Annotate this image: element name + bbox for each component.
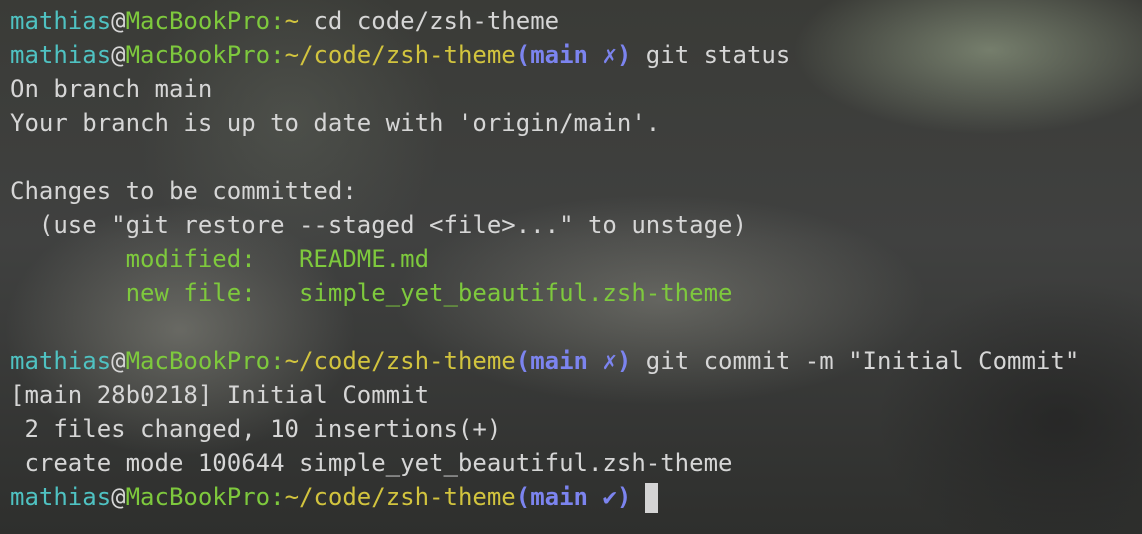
output-line: create mode 100644 simple_yet_beautiful.… [10,449,733,477]
output-line: 2 files changed, 10 insertions(+) [10,415,502,443]
prompt-user: mathias [10,7,112,35]
command-text: git commit -m "Initial Commit" [645,347,1080,375]
prompt-line: mathias@MacBookPro:~ cd code/zsh-theme [10,4,1142,38]
prompt-at: @ [111,7,126,35]
file-status: new file: [125,279,299,307]
prompt-separator: : [270,41,285,69]
prompt-line: mathias@MacBookPro:~/code/zsh-theme(main… [10,38,1142,72]
git-branch-status: (main ✗) [515,41,632,69]
prompt-host: MacBookPro [125,483,271,511]
prompt-user: mathias [10,41,112,69]
prompt-at: @ [111,347,126,375]
prompt-at: @ [111,41,126,69]
output-line: Your branch is up to date with 'origin/m… [10,109,661,137]
prompt-user: mathias [10,483,112,511]
terminal-window[interactable]: mathias@MacBookPro:~ cd code/zsh-theme m… [10,4,1142,534]
prompt-separator: : [270,483,285,511]
output-line: [main 28b0218] Initial Commit [10,381,430,409]
prompt-at: @ [111,483,126,511]
prompt-host: MacBookPro [125,41,271,69]
prompt-separator: : [270,347,285,375]
file-name: simple_yet_beautiful.zsh-theme [298,279,733,307]
staged-file-line: modified: README.md [10,242,1142,276]
file-name: README.md [298,245,430,273]
file-status: modified: [125,245,299,273]
prompt-separator: : [270,7,285,35]
command-text: cd code/zsh-theme [313,7,560,35]
prompt-path: ~/code/zsh-theme [284,483,516,511]
text-cursor [645,483,659,513]
prompt-path: ~/code/zsh-theme [284,347,516,375]
git-branch-status: (main ✔) [515,483,632,511]
output-line: Changes to be committed: [10,177,357,205]
prompt-line: mathias@MacBookPro:~/code/zsh-theme(main… [10,344,1142,378]
prompt-user: mathias [10,347,112,375]
prompt-path: ~/code/zsh-theme [284,41,516,69]
prompt-host: MacBookPro [125,7,271,35]
prompt-line[interactable]: mathias@MacBookPro:~/code/zsh-theme(main… [10,480,1142,514]
staged-file-line: new file: simple_yet_beautiful.zsh-theme [10,276,1142,310]
git-branch-status: (main ✗) [515,347,632,375]
prompt-path: ~ [284,7,300,35]
output-line: (use "git restore --staged <file>..." to… [10,211,747,239]
output-line: On branch main [10,75,213,103]
command-text: git status [645,41,791,69]
prompt-host: MacBookPro [125,347,271,375]
